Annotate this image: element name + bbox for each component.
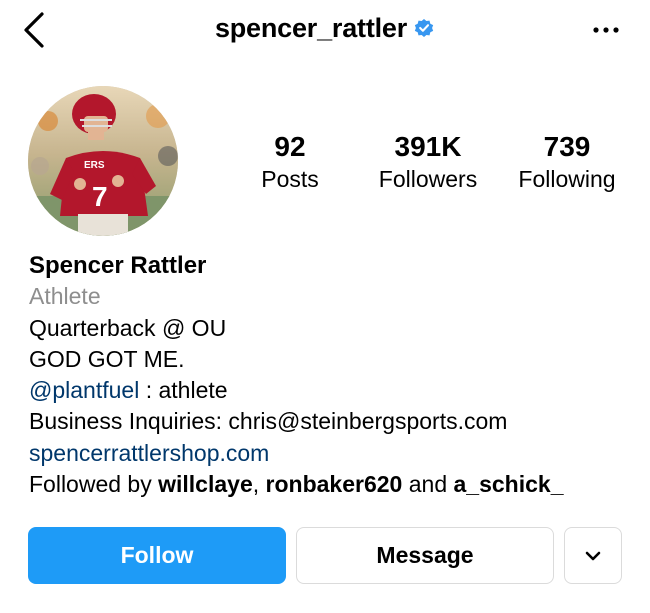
- username: spencer_rattler: [214, 13, 408, 43]
- display-name: Spencer Rattler: [29, 252, 207, 279]
- more-options-button[interactable]: [590, 18, 622, 42]
- following-label: Following: [518, 166, 616, 192]
- message-button[interactable]: Message: [296, 527, 554, 584]
- bio-mention-line: @plantfuel : athlete: [29, 375, 629, 406]
- posts-count: 92: [274, 131, 306, 162]
- verified-badge-icon: [414, 19, 434, 37]
- profile-username-title: spencer_rattler: [0, 13, 650, 44]
- followers-label: Followers: [378, 166, 478, 192]
- followed-by-user: a_schick_: [453, 471, 564, 498]
- svg-text:7: 7: [92, 181, 108, 212]
- stat-following[interactable]: 739 Following: [508, 130, 626, 194]
- following-count: 739: [543, 131, 591, 162]
- profile-photo: 7 ERS: [28, 86, 178, 236]
- bio-line: Quarterback @ OU: [29, 314, 227, 341]
- suggested-accounts-button[interactable]: [564, 527, 622, 584]
- mention-suffix: : athlete: [139, 377, 228, 404]
- followed-by[interactable]: Followed by willclaye, ronbaker620 and a…: [29, 469, 629, 500]
- followed-by-user: ronbaker620: [265, 471, 403, 498]
- followed-by-separator: ,: [252, 471, 266, 498]
- profile-header: spencer_rattler: [0, 0, 650, 62]
- profile-bio: Spencer Rattler Athlete Quarterback @ OU…: [29, 250, 629, 500]
- mention-link[interactable]: @plantfuel: [29, 377, 139, 403]
- chevron-down-icon: [585, 551, 601, 560]
- business-inquiries: Business Inquiries: chris@steinbergsport…: [29, 408, 508, 435]
- posts-label: Posts: [261, 166, 319, 192]
- profile-category: Athlete: [29, 283, 101, 310]
- followed-by-user: willclaye: [158, 471, 253, 498]
- avatar[interactable]: 7 ERS: [28, 86, 178, 236]
- follow-button[interactable]: Follow: [28, 527, 286, 584]
- more-options-icon: [593, 27, 619, 33]
- bio-line: GOD GOT ME.: [29, 345, 185, 372]
- followers-count: 391K: [394, 131, 462, 162]
- website-link[interactable]: spencerrattlershop.com: [29, 440, 269, 466]
- followed-by-prefix: Followed by: [29, 471, 159, 498]
- stat-posts[interactable]: 92 Posts: [250, 130, 330, 194]
- followed-by-separator: and: [402, 471, 454, 498]
- svg-text:ERS: ERS: [84, 160, 105, 171]
- stat-followers[interactable]: 391K Followers: [370, 130, 486, 194]
